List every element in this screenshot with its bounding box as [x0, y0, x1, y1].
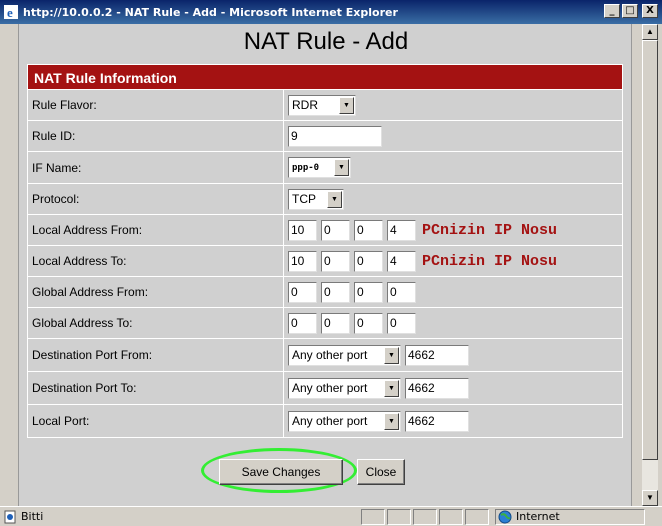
page-content: NAT Rule - Add NAT Rule Information Rule…: [18, 24, 632, 506]
rule-id-input[interactable]: 9: [288, 125, 382, 147]
rule-flavor-label: Rule Flavor:: [28, 90, 284, 121]
destination-port-to-select[interactable]: Any other port ▼: [288, 377, 401, 399]
status-bar: Bitti Internet: [0, 506, 662, 526]
local-from-octet-1[interactable]: 10: [288, 219, 317, 241]
protocol-value: TCP: [292, 192, 316, 206]
local-from-octet-4[interactable]: 4: [387, 219, 416, 241]
row-destination-port-from: Destination Port From: Any other port ▼ …: [27, 339, 623, 372]
page-done-icon: [4, 510, 16, 523]
destination-port-to-input[interactable]: 4662: [405, 377, 469, 399]
destination-port-to-label: Destination Port To:: [28, 372, 284, 405]
status-panel: [387, 508, 411, 525]
dropdown-arrow-icon[interactable]: ▼: [384, 379, 399, 397]
form-buttons: Save Changes Close: [219, 459, 405, 485]
vertical-scrollbar[interactable]: ▲ ▼: [642, 24, 658, 506]
local-port-select[interactable]: Any other port ▼: [288, 410, 401, 432]
if-name-label: IF Name:: [28, 152, 284, 184]
window-frame-edge: [658, 24, 662, 506]
local-port-label: Local Port:: [28, 405, 284, 438]
row-destination-port-to: Destination Port To: Any other port ▼ 46…: [27, 372, 623, 405]
protocol-select[interactable]: TCP ▼: [288, 188, 344, 210]
destination-port-to-select-value: Any other port: [292, 381, 368, 395]
status-panel: [465, 508, 489, 525]
local-port-select-value: Any other port: [292, 414, 368, 428]
local-port-input[interactable]: 4662: [405, 410, 469, 432]
destination-port-from-label: Destination Port From:: [28, 339, 284, 372]
local-from-octet-2[interactable]: 0: [321, 219, 350, 241]
global-to-octet-3[interactable]: 0: [354, 312, 383, 334]
row-if-name: IF Name: ppp-0 ▼: [27, 152, 623, 184]
status-panel: [413, 508, 437, 525]
status-panel: [439, 508, 463, 525]
save-changes-button[interactable]: Save Changes: [219, 459, 343, 485]
dropdown-arrow-icon[interactable]: ▼: [384, 412, 399, 430]
page-title: NAT Rule - Add: [243, 28, 409, 55]
global-from-octet-2[interactable]: 0: [321, 281, 350, 303]
scrollbar-thumb[interactable]: [642, 40, 658, 460]
ip-hint-text: PCnizin IP Nosu: [422, 252, 558, 270]
local-to-octet-3[interactable]: 0: [354, 250, 383, 272]
local-from-octet-3[interactable]: 0: [354, 219, 383, 241]
destination-port-from-select-value: Any other port: [292, 348, 368, 362]
scroll-down-arrow-icon[interactable]: ▼: [642, 490, 658, 506]
security-zone: Internet: [495, 508, 645, 525]
destination-port-from-input[interactable]: 4662: [405, 344, 469, 366]
row-rule-flavor: Rule Flavor: RDR ▼: [27, 90, 623, 121]
svg-text:e: e: [7, 5, 13, 20]
row-local-address-to: Local Address To: 10 0 0 4 PCnizin IP No…: [27, 246, 623, 277]
destination-port-from-select[interactable]: Any other port ▼: [288, 344, 401, 366]
dropdown-arrow-icon[interactable]: ▼: [339, 96, 354, 114]
status-panel: [361, 508, 385, 525]
rule-flavor-value: RDR: [292, 98, 318, 112]
dropdown-arrow-icon[interactable]: ▼: [384, 346, 399, 364]
zone-label: Internet: [516, 510, 560, 523]
if-name-value: ppp-0: [292, 162, 320, 173]
global-address-from-label: Global Address From:: [28, 277, 284, 308]
global-from-octet-3[interactable]: 0: [354, 281, 383, 303]
row-global-address-from: Global Address From: 0 0 0 0: [27, 277, 623, 308]
local-to-octet-4[interactable]: 4: [387, 250, 416, 272]
row-local-address-from: Local Address From: 10 0 0 4 PCnizin IP …: [27, 215, 623, 246]
global-to-octet-4[interactable]: 0: [387, 312, 416, 334]
local-address-from-label: Local Address From:: [28, 215, 284, 246]
window-titlebar: e http://10.0.0.2 - NAT Rule - Add - Mic…: [0, 0, 662, 24]
row-rule-id: Rule ID: 9: [27, 121, 623, 152]
close-window-button[interactable]: X: [642, 4, 658, 18]
row-local-port: Local Port: Any other port ▼ 4662: [27, 405, 623, 438]
globe-icon: [498, 510, 512, 523]
dropdown-arrow-icon[interactable]: ▼: [327, 190, 342, 208]
global-address-to-label: Global Address To:: [28, 308, 284, 339]
minimize-button[interactable]: _: [604, 4, 620, 18]
row-protocol: Protocol: TCP ▼: [27, 184, 623, 215]
close-button[interactable]: Close: [357, 459, 405, 485]
window-title: http://10.0.0.2 - NAT Rule - Add - Micro…: [23, 5, 398, 19]
ie-icon: e: [4, 5, 18, 20]
maximize-button[interactable]: □: [622, 4, 638, 18]
local-to-octet-2[interactable]: 0: [321, 250, 350, 272]
global-to-octet-2[interactable]: 0: [321, 312, 350, 334]
row-global-address-to: Global Address To: 0 0 0 0: [27, 308, 623, 339]
local-address-to-label: Local Address To:: [28, 246, 284, 277]
rule-id-label: Rule ID:: [28, 121, 284, 152]
if-name-select[interactable]: ppp-0 ▼: [288, 157, 351, 178]
scroll-up-arrow-icon[interactable]: ▲: [642, 24, 658, 40]
protocol-label: Protocol:: [28, 184, 284, 215]
nat-rule-form: NAT Rule Information Rule Flavor: RDR ▼ …: [27, 64, 623, 438]
section-header: NAT Rule Information: [27, 64, 623, 90]
ip-hint-text: PCnizin IP Nosu: [422, 221, 558, 239]
status-text: Bitti: [21, 510, 44, 523]
global-from-octet-4[interactable]: 0: [387, 281, 416, 303]
global-from-octet-1[interactable]: 0: [288, 281, 317, 303]
local-to-octet-1[interactable]: 10: [288, 250, 317, 272]
dropdown-arrow-icon[interactable]: ▼: [334, 159, 349, 176]
rule-flavor-select[interactable]: RDR ▼: [288, 94, 356, 116]
browser-viewport: NAT Rule - Add NAT Rule Information Rule…: [4, 24, 642, 506]
global-to-octet-1[interactable]: 0: [288, 312, 317, 334]
